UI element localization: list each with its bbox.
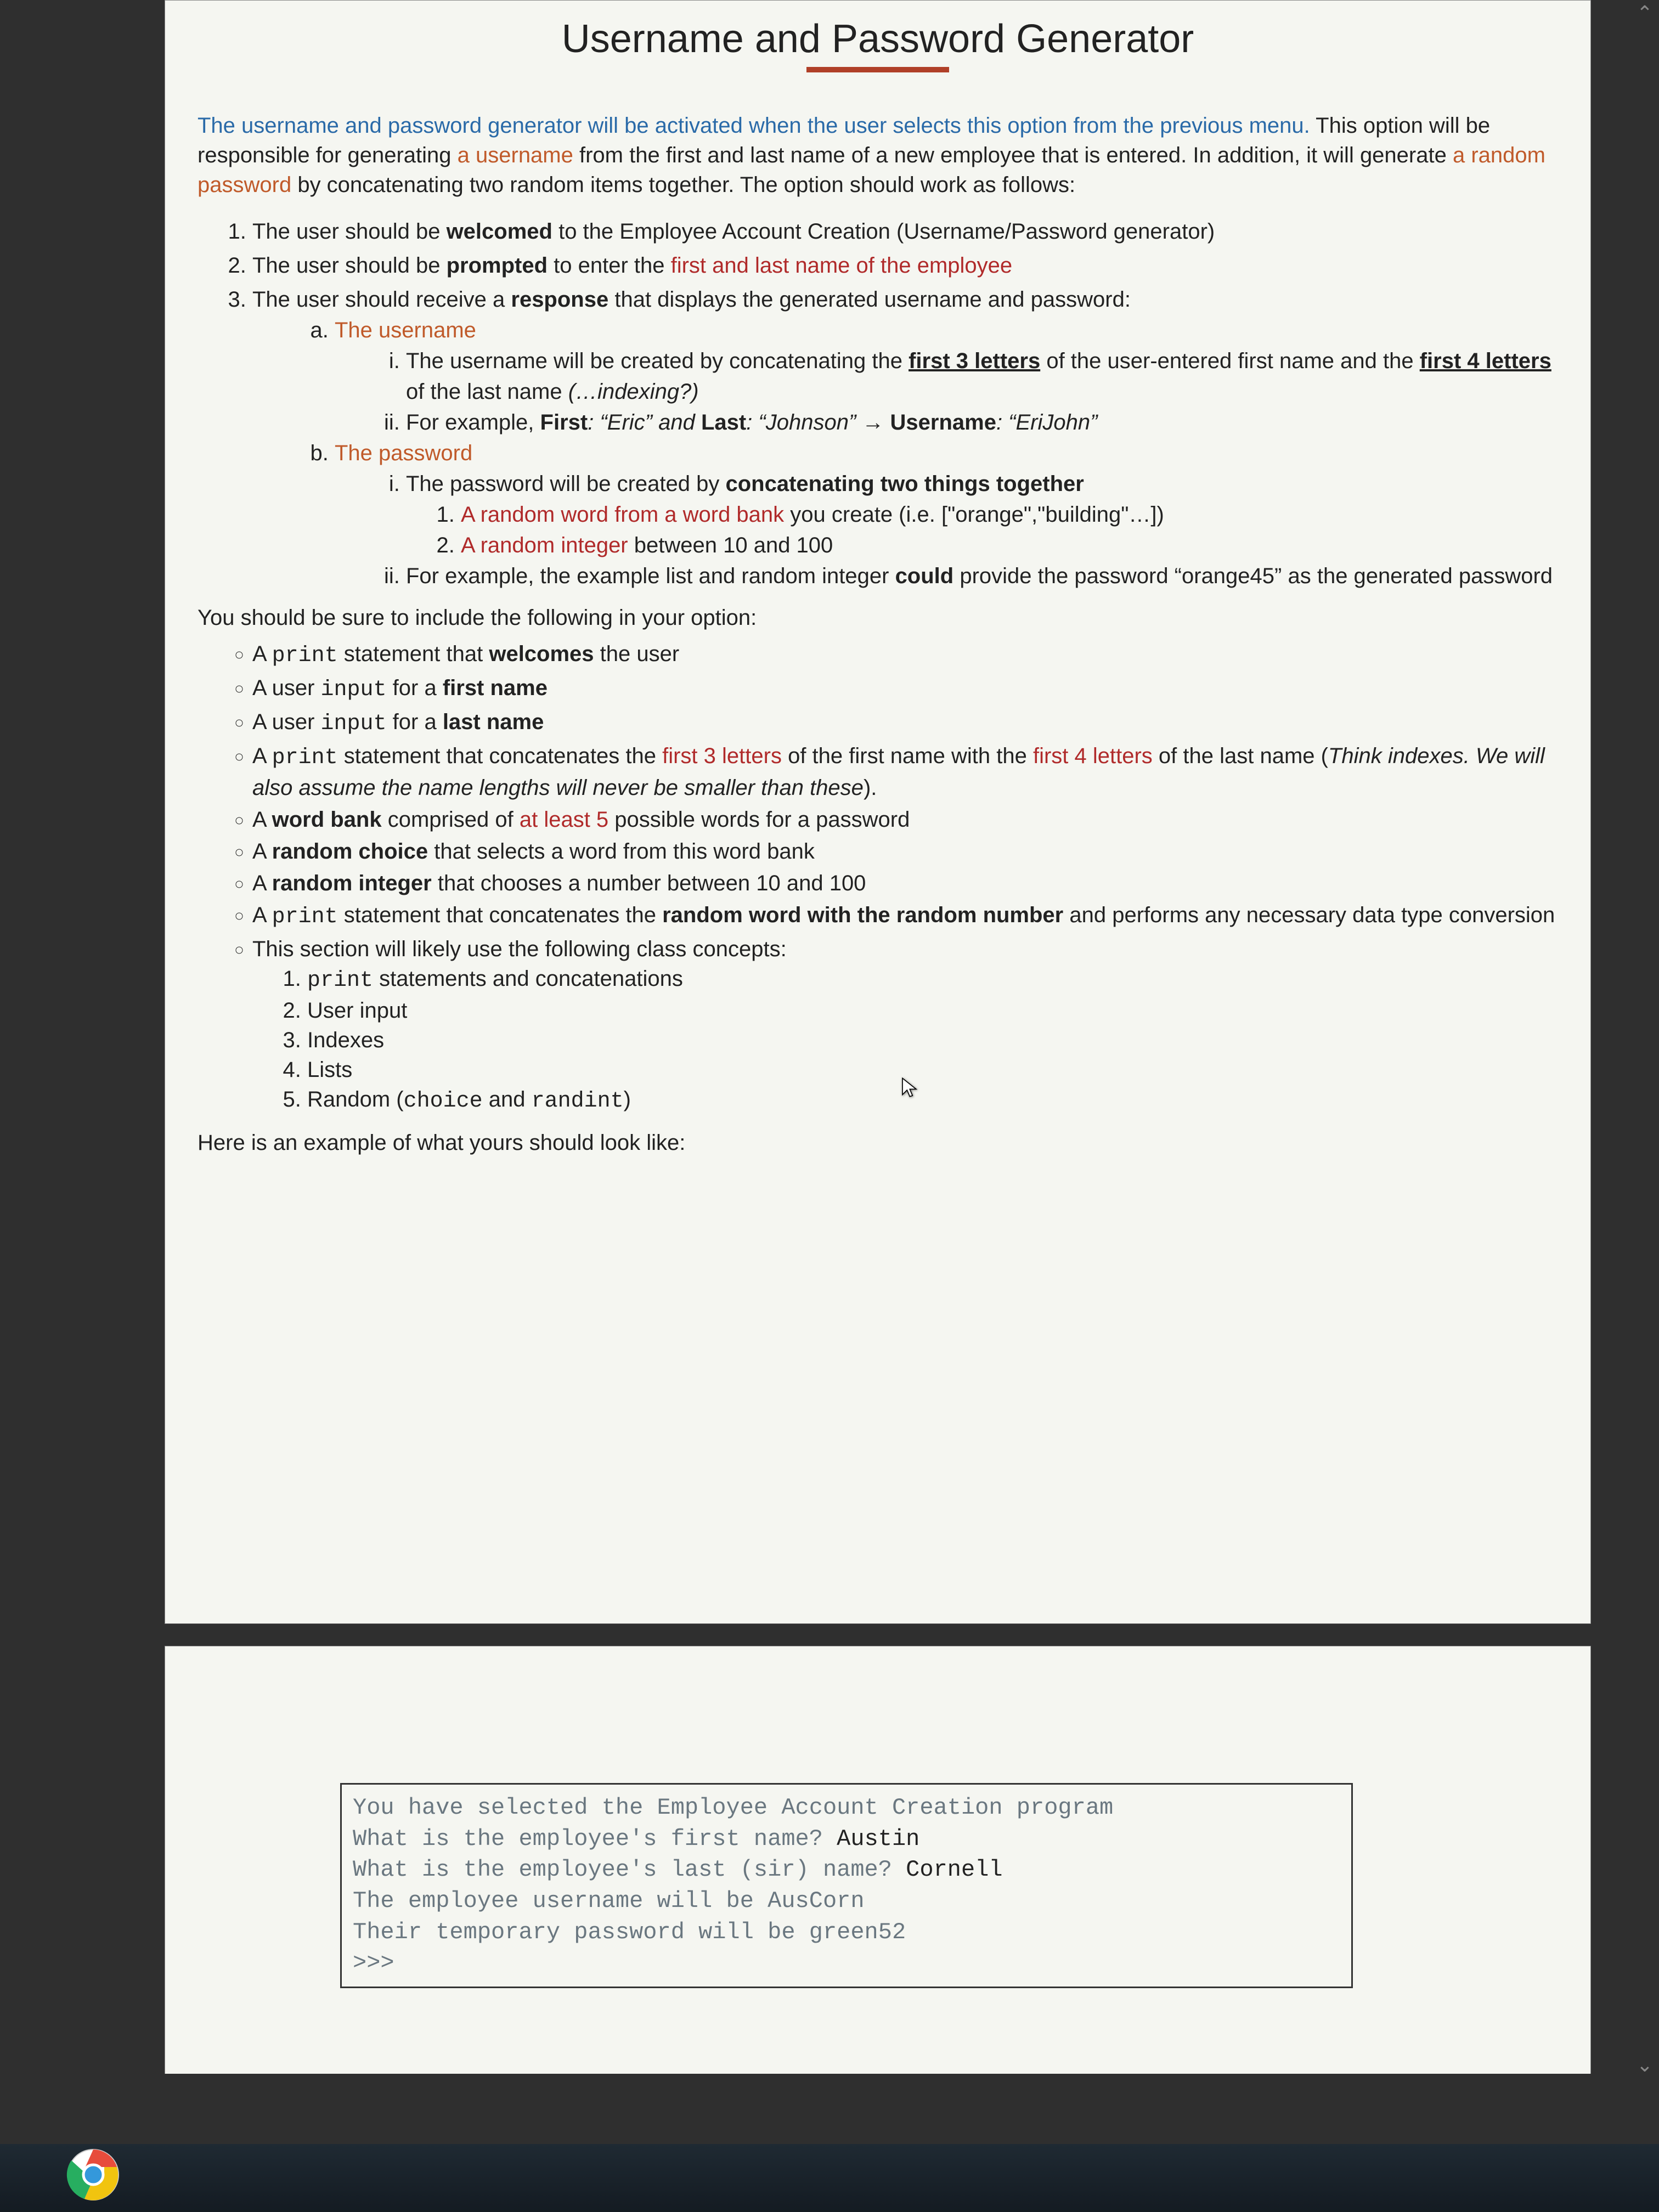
- scroll-up-icon[interactable]: ⌃: [1634, 2, 1656, 24]
- intro-highlight-1: The username and password generator will…: [198, 114, 1310, 138]
- step-3b: The password The password will be create…: [335, 438, 1558, 591]
- step-3a: The username The username will be create…: [335, 315, 1558, 438]
- scrollbar[interactable]: ⌃ ⌄: [1634, 0, 1656, 2078]
- req-7: A random integer that chooses a number b…: [252, 868, 1558, 898]
- console-line-6: >>>: [353, 1948, 1340, 1979]
- step-1: The user should be welcomed to the Emplo…: [252, 216, 1558, 247]
- step-3b-i: The password will be created by concaten…: [406, 469, 1558, 561]
- document-viewer: Username and Password Generator The user…: [165, 0, 1591, 2074]
- console-line-3: What is the employee's last (sir) name? …: [353, 1854, 1340, 1886]
- example-intro: Here is an example of what yours should …: [198, 1131, 1558, 1155]
- req-1: A print statement that welcomes the user: [252, 639, 1558, 671]
- console-line-4: The employee username will be AusCorn: [353, 1886, 1340, 1917]
- main-steps-list: The user should be welcomed to the Emplo…: [230, 216, 1558, 591]
- req-8: A print statement that concatenates the …: [252, 900, 1558, 932]
- step-3b-i-1: A random word from a word bank you creat…: [461, 499, 1558, 530]
- step-3a-i: The username will be created by concaten…: [406, 346, 1558, 407]
- console-line-1: You have selected the Employee Account C…: [353, 1792, 1340, 1824]
- concept-4: Lists: [307, 1055, 1558, 1085]
- req-2: A user input for a first name: [252, 673, 1558, 705]
- concept-2: User input: [307, 996, 1558, 1025]
- step-3b-i-sublist: A random word from a word bank you creat…: [439, 499, 1558, 561]
- requirements-list: A print statement that welcomes the user…: [230, 639, 1558, 1116]
- title-rule: [806, 67, 949, 72]
- step-3a-sublist: The username will be created by concaten…: [384, 346, 1558, 438]
- step-2: The user should be prompted to enter the…: [252, 250, 1558, 281]
- step-3b-ii: For example, the example list and random…: [406, 561, 1558, 591]
- intro-highlight-2: a username: [458, 143, 573, 167]
- document-page-1: Username and Password Generator The user…: [165, 0, 1591, 1624]
- console-output: You have selected the Employee Account C…: [340, 1783, 1353, 1988]
- req-5: A word bank comprised of at least 5 poss…: [252, 805, 1558, 834]
- console-line-2: What is the employee's first name? Austi…: [353, 1824, 1340, 1855]
- taskbar: [0, 2144, 1659, 2212]
- step-3b-sublist: The password will be created by concaten…: [384, 469, 1558, 591]
- concept-3: Indexes: [307, 1025, 1558, 1055]
- req-3: A user input for a last name: [252, 707, 1558, 739]
- document-page-2: You have selected the Employee Account C…: [165, 1646, 1591, 2074]
- requirements-heading: You should be sure to include the follow…: [198, 606, 1558, 630]
- screen: Username and Password Generator The user…: [0, 0, 1659, 2212]
- intro-paragraph: The username and password generator will…: [198, 111, 1558, 200]
- step-3: The user should receive a response that …: [252, 284, 1558, 591]
- step-3a-ii: For example, First: “Eric” and Last: “Jo…: [406, 407, 1558, 438]
- page-title: Username and Password Generator: [198, 16, 1558, 61]
- step-3b-i-2: A random integer between 10 and 100: [461, 530, 1558, 561]
- req-9: This section will likely use the followi…: [252, 934, 1558, 1116]
- console-line-5: Their temporary password will be green52: [353, 1917, 1340, 1948]
- req-6: A random choice that selects a word from…: [252, 837, 1558, 866]
- concepts-list: print statements and concatenations User…: [285, 964, 1558, 1116]
- scroll-down-icon[interactable]: ⌄: [1634, 2054, 1656, 2076]
- concept-1: print statements and concatenations: [307, 964, 1558, 996]
- step-3-sublist: The username The username will be create…: [313, 315, 1558, 591]
- concept-5: Random (choice and randint): [307, 1085, 1558, 1116]
- chrome-icon[interactable]: [66, 2147, 121, 2202]
- req-4: A print statement that concatenates the …: [252, 741, 1558, 803]
